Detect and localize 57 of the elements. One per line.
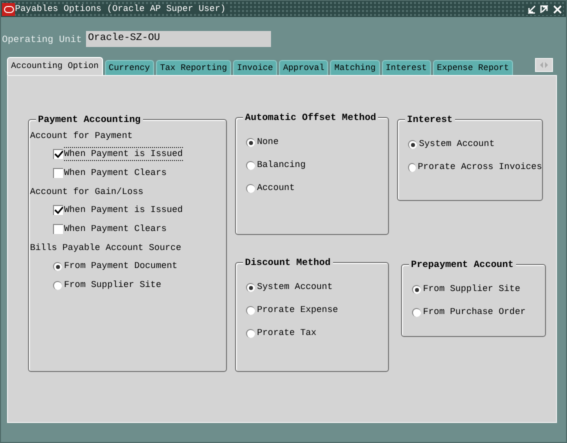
- tab-scroll-button[interactable]: [535, 58, 554, 72]
- radio-button[interactable]: [408, 140, 417, 148]
- operating-unit-label: Operating Unit: [2, 34, 83, 44]
- radio-label[interactable]: System Account: [419, 138, 495, 150]
- checkbox-label[interactable]: When Payment Clears: [64, 223, 167, 235]
- radio-label[interactable]: Account: [257, 182, 295, 194]
- radio-label[interactable]: Prorate Across Invoices: [418, 161, 542, 173]
- logo-icon: [2, 2, 15, 16]
- group-title: Discount Method: [243, 257, 333, 268]
- radio-label[interactable]: Prorate Tax: [257, 327, 316, 339]
- radio-label[interactable]: From Supplier Site: [423, 283, 520, 295]
- section-label: Account for Payment: [30, 130, 134, 142]
- checkbox[interactable]: [53, 205, 63, 215]
- group-title: Prepayment Account: [409, 259, 516, 270]
- close-icon[interactable]: [552, 4, 563, 14]
- tab[interactable]: Currency: [104, 60, 154, 75]
- checkbox-label[interactable]: When Payment is Issued: [64, 204, 183, 216]
- checkbox[interactable]: [53, 149, 63, 159]
- window-title: Payables Options (Oracle AP Super User): [15, 4, 230, 14]
- radio-label[interactable]: From Supplier Site: [64, 279, 162, 291]
- radio-button[interactable]: [246, 160, 255, 170]
- group-title: Interest: [405, 114, 455, 125]
- radio-label[interactable]: System Account: [257, 281, 333, 293]
- radio-label[interactable]: Balancing: [257, 159, 306, 171]
- radio-label[interactable]: Prorate Expense: [257, 304, 338, 316]
- checkbox[interactable]: [53, 224, 63, 234]
- radio-button[interactable]: [246, 328, 255, 338]
- section-label: Bills Payable Account Source: [30, 242, 182, 254]
- radio-button[interactable]: [246, 184, 255, 192]
- checkbox-label[interactable]: When Payment is Issued: [64, 147, 183, 161]
- arrows-icon: [539, 61, 550, 69]
- radio-button[interactable]: [246, 282, 255, 292]
- group-title: Payment Accounting: [36, 114, 143, 125]
- radio-button[interactable]: [246, 138, 255, 146]
- checkbox-label[interactable]: When Payment Clears: [64, 167, 167, 179]
- radio-button[interactable]: [53, 262, 62, 270]
- tab[interactable]: Matching: [330, 60, 380, 75]
- tab[interactable]: Interest: [382, 60, 431, 75]
- tab[interactable]: Expense Report: [432, 60, 514, 75]
- radio-button[interactable]: [246, 306, 255, 314]
- tab[interactable]: Accounting Option: [7, 57, 103, 75]
- section-label: Account for Gain/Loss: [30, 186, 144, 198]
- radio-label[interactable]: From Purchase Order: [423, 306, 526, 318]
- radio-label[interactable]: None: [257, 136, 279, 148]
- minimize-icon[interactable]: [526, 4, 537, 14]
- operating-unit-field[interactable]: Oracle-SZ-OU: [86, 31, 271, 47]
- radio-button[interactable]: [53, 280, 62, 290]
- radio-label[interactable]: From Payment Document: [64, 260, 178, 272]
- tab[interactable]: Invoice: [232, 60, 278, 75]
- radio-button[interactable]: [412, 308, 421, 316]
- group-title: Automatic Offset Method: [243, 112, 378, 123]
- maximize-icon[interactable]: [539, 4, 550, 14]
- checkbox[interactable]: [53, 168, 63, 178]
- tab[interactable]: Tax Reporting: [156, 60, 231, 75]
- radio-button[interactable]: [408, 162, 416, 172]
- radio-button[interactable]: [412, 284, 421, 294]
- tab[interactable]: Approval: [279, 60, 328, 75]
